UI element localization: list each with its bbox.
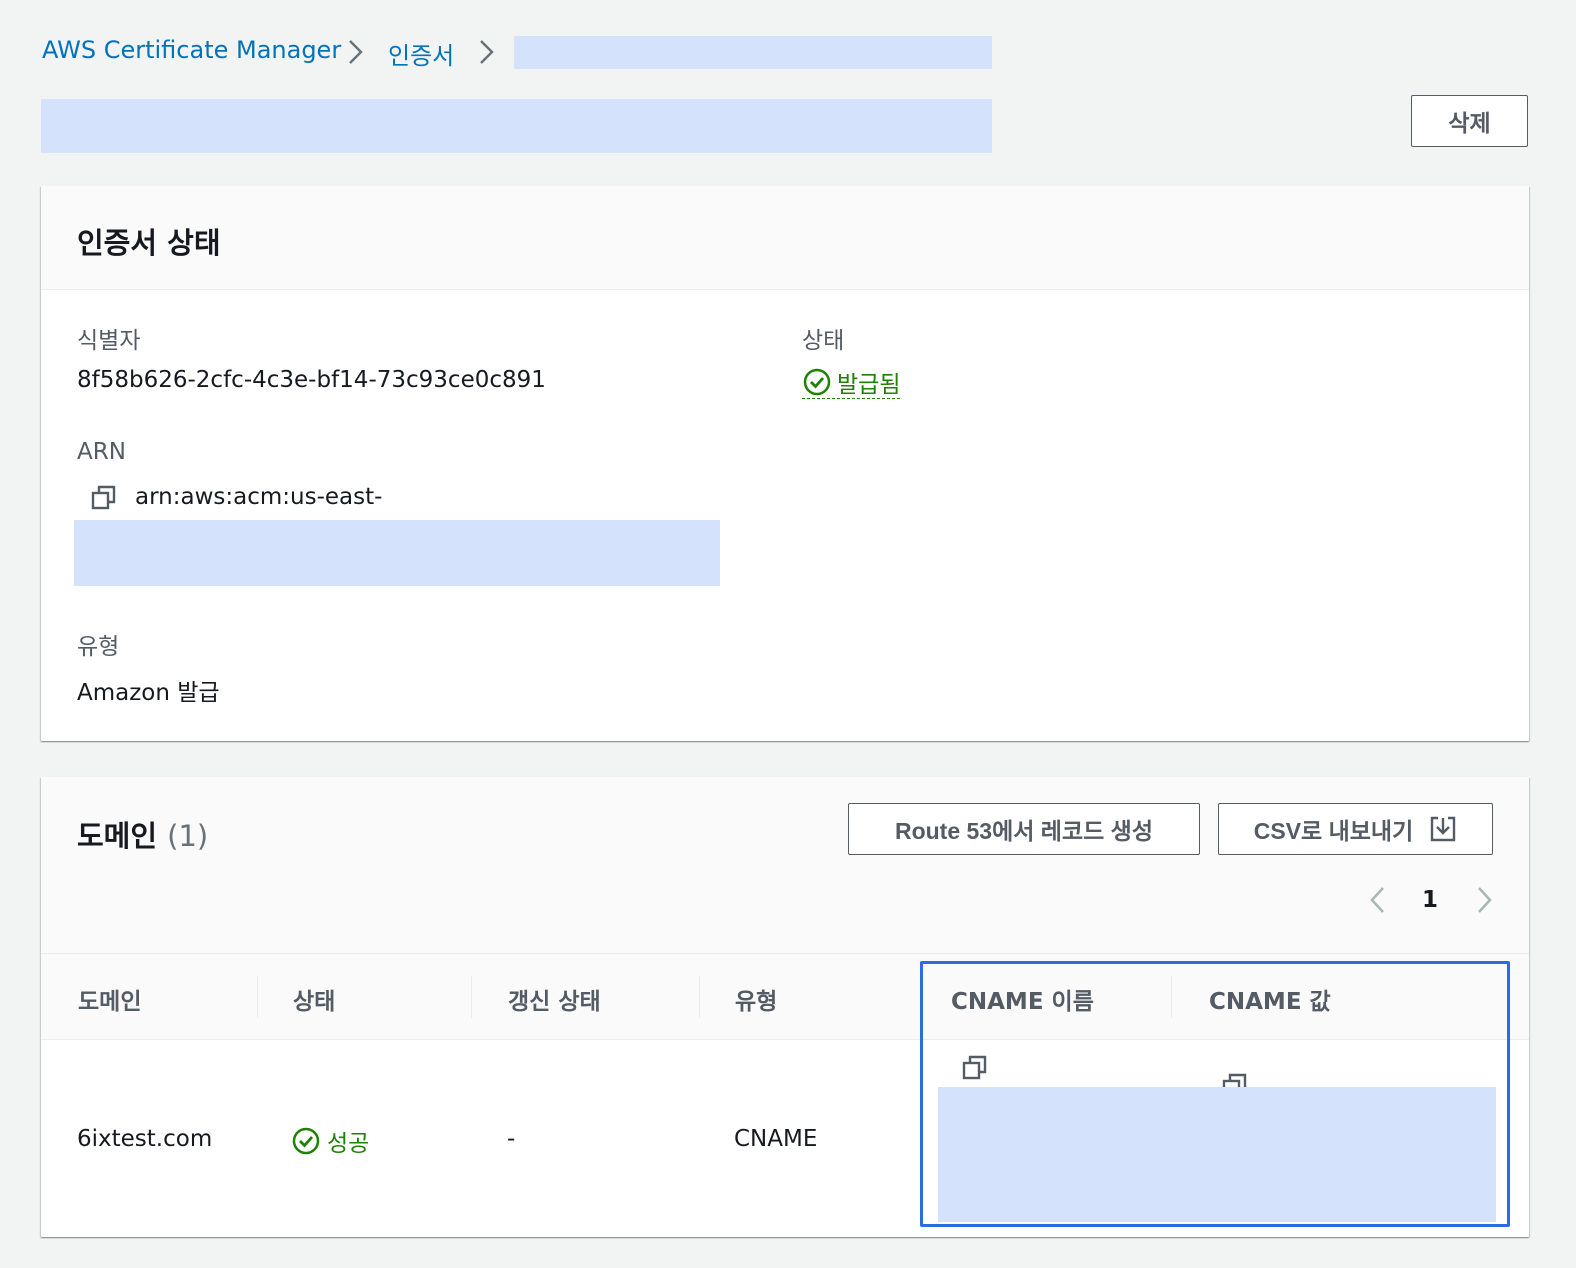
certificate-status-panel: 인증서 상태 식별자 8f58b626-2cfc-4c3e-bf14-73c93…	[41, 186, 1529, 741]
arn-label: ARN	[77, 439, 126, 465]
export-csv-button[interactable]: CSV로 내보내기	[1218, 803, 1493, 855]
identifier-value: 8f58b626-2cfc-4c3e-bf14-73c93ce0c891	[77, 367, 546, 393]
status-label: 상태	[802, 328, 845, 354]
domains-title-text: 도메인	[77, 819, 158, 853]
success-check-icon	[803, 368, 831, 395]
column-header-type[interactable]: 유형	[735, 982, 777, 1016]
domain-cell: 6ixtest.com	[77, 1126, 213, 1152]
pagination-next-icon[interactable]	[1472, 885, 1496, 915]
domains-panel-header: 도메인 (1) Route 53에서 레코드 생성 CSV로 내보내기 1	[41, 777, 1529, 953]
success-check-icon	[292, 1127, 320, 1155]
cname-highlight-box	[920, 961, 1510, 1227]
column-header-renewal-status[interactable]: 갱신 상태	[508, 982, 601, 1016]
domains-count: (1)	[167, 819, 209, 853]
status-badge[interactable]: 발급됨	[802, 365, 901, 399]
panel-header: 인증서 상태	[41, 186, 1529, 290]
renewal-status-cell: -	[507, 1126, 516, 1152]
redacted-arn	[74, 520, 720, 586]
column-header-status[interactable]: 상태	[293, 982, 335, 1016]
type-value: Amazon 발급	[77, 680, 220, 706]
column-divider	[257, 976, 258, 1018]
redacted-breadcrumb-current	[514, 36, 992, 69]
chevron-right-icon	[480, 40, 494, 64]
chevron-right-icon	[349, 40, 363, 64]
pagination-prev-icon[interactable]	[1366, 885, 1390, 915]
export-csv-label: CSV로 내보내기	[1253, 818, 1414, 844]
domains-title: 도메인 (1)	[77, 813, 208, 855]
arn-value: arn:aws:acm:us-east-	[135, 484, 383, 510]
column-header-domain[interactable]: 도메인	[78, 982, 141, 1016]
domain-status-value: 성공	[327, 1131, 370, 1157]
identifier-label: 식별자	[77, 328, 141, 354]
redacted-page-title	[41, 99, 992, 153]
status-value: 발급됨	[837, 371, 901, 398]
breadcrumb-certificates-link[interactable]: 인증서	[388, 36, 454, 71]
delete-button[interactable]: 삭제	[1411, 95, 1528, 147]
column-divider	[471, 976, 472, 1018]
pagination-page-number[interactable]: 1	[1422, 887, 1438, 913]
download-icon	[1431, 816, 1456, 842]
create-route53-records-button[interactable]: Route 53에서 레코드 생성	[848, 803, 1200, 855]
breadcrumb-acm-link[interactable]: AWS Certificate Manager	[42, 36, 341, 64]
panel-title: 인증서 상태	[77, 226, 221, 260]
domain-status-badge: 성공	[291, 1124, 369, 1158]
copy-icon[interactable]	[90, 484, 118, 512]
type-cell: CNAME	[734, 1126, 818, 1152]
column-divider	[699, 976, 700, 1018]
type-label: 유형	[77, 634, 120, 660]
